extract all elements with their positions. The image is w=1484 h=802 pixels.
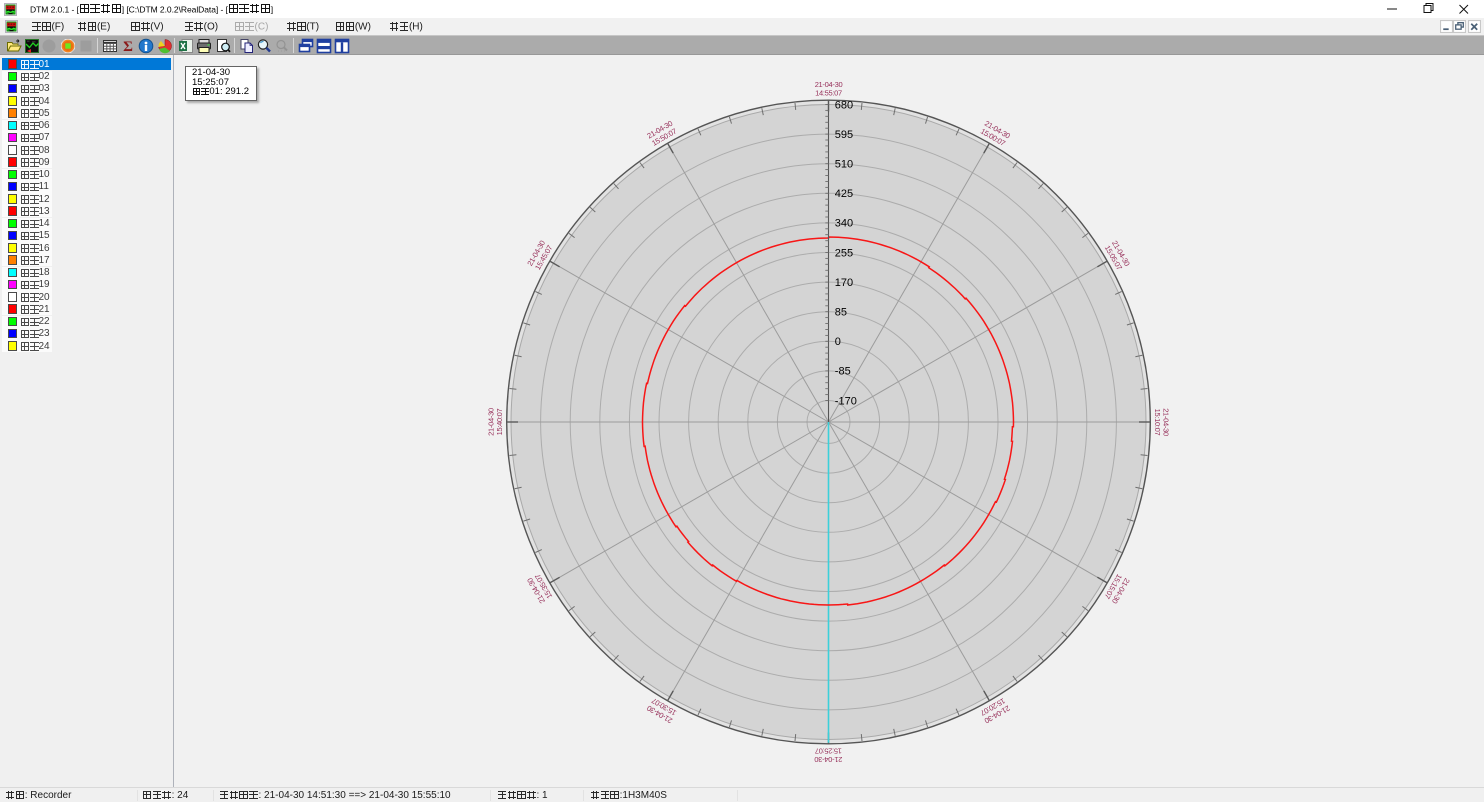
svg-text:-170: -170 <box>835 395 857 407</box>
svg-text:21-04-3015:45:07: 21-04-3015:45:07 <box>525 239 554 272</box>
svg-text:21-04-3015:20:07: 21-04-3015:20:07 <box>979 696 1012 725</box>
svg-text:21-04-3015:00:07: 21-04-3015:00:07 <box>979 119 1012 148</box>
svg-text:21-04-3015:05:07: 21-04-3015:05:07 <box>1102 239 1131 272</box>
svg-text:0: 0 <box>835 336 841 348</box>
svg-text:21-04-3015:35:07: 21-04-3015:35:07 <box>525 572 554 605</box>
svg-text:-85: -85 <box>835 366 851 378</box>
svg-text:21-04-3015:30:07: 21-04-3015:30:07 <box>645 696 678 725</box>
svg-text:21-04-3015:50:07: 21-04-3015:50:07 <box>646 119 679 148</box>
svg-text:21-04-3015:15:07: 21-04-3015:15:07 <box>1102 572 1131 605</box>
svg-text:170: 170 <box>835 277 853 289</box>
svg-text:510: 510 <box>835 159 853 171</box>
svg-text:425: 425 <box>835 188 853 200</box>
svg-text:85: 85 <box>835 307 847 319</box>
svg-text:21-04-3014:55:07: 21-04-3014:55:07 <box>815 80 843 98</box>
svg-text:21-04-3015:40:07: 21-04-3015:40:07 <box>487 408 505 436</box>
svg-text:255: 255 <box>835 247 853 259</box>
svg-text:21-04-3015:25:07: 21-04-3015:25:07 <box>815 746 843 764</box>
svg-text:21-04-3015:10:07: 21-04-3015:10:07 <box>1153 408 1171 436</box>
svg-text:Σ: Σ <box>123 39 133 54</box>
svg-text:680: 680 <box>835 99 853 111</box>
svg-text:595: 595 <box>835 129 853 141</box>
svg-text:340: 340 <box>835 218 853 230</box>
